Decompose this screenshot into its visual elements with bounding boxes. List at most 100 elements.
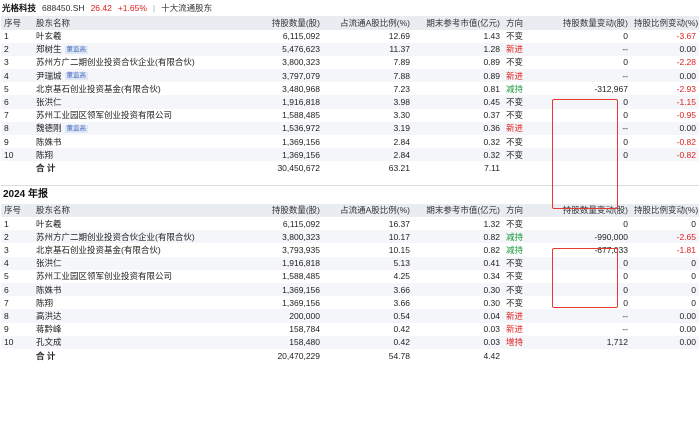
cell-holder-name[interactable]: 魏德刚 董监高 [33,121,239,135]
holder-name[interactable]: 北京基石创业投资基金(有限合伙) [36,245,161,255]
col-header-share-change[interactable]: 持股数量变动(股) [559,203,631,218]
cell-holder-name[interactable]: 张洪仁 [33,256,239,270]
holder-name[interactable]: 苏州方广二期创业投资合伙企业(有限合伙) [36,57,195,67]
stock-name[interactable]: 光格科技 [2,2,36,14]
cell-holder-name[interactable]: 陈翔 [33,148,239,162]
cell-holder-name[interactable]: 蒋黔峰 [33,323,239,336]
holder-name[interactable]: 苏州工业园区领军创业投资有限公司 [36,110,172,120]
cell-ratio: 4.25 [393,271,410,282]
stock-header: 光格科技 688450.SH 26.42 +1.65% | 十大流通股东 [0,0,700,16]
cell-ratio-change: 0.00 [631,121,699,135]
col-header-value[interactable]: 期末参考市值(亿元) [413,16,503,30]
table-row[interactable]: 10 陈翔 1,369,156 2.84 0.32 不变 0 -0.82 [1,148,699,162]
cell-holder-name[interactable]: 张洪仁 [33,95,239,109]
table-row[interactable]: 4 尹瑞城 董监高 3,797,079 7.88 0.89 新进 -- 0.00 [1,69,699,83]
holder-name[interactable]: 魏德刚 [36,123,62,133]
cell-holder-name[interactable]: 苏州方广二期创业投资合伙企业(有限合伙) [33,56,239,69]
col-header-ratio-change[interactable]: 持股比例变动(%) [631,16,699,30]
cell-holder-name[interactable]: 叶玄羲 [33,30,239,43]
table-row[interactable]: 9 陈姝书 1,369,156 2.84 0.32 不变 0 -0.82 [1,135,699,148]
table-row[interactable]: 9 蒋黔峰 158,784 0.42 0.03 新进 -- 0.00 [1,323,699,336]
cell-ratio-change: -1.81 [676,245,696,256]
cell-ratio-change: 0.00 [631,335,699,349]
holder-name[interactable]: 北京基石创业投资基金(有限合伙) [36,84,161,94]
cell-shares: 200,000 [239,309,323,323]
stock-change-pct: +1.65% [117,3,147,13]
cell-holder-name[interactable]: 苏州工业园区领军创业投资有限公司 [33,109,239,122]
cell-share-change: -- [559,121,631,135]
cell-holder-name[interactable]: 陈翔 [33,296,239,309]
cell-shares: 3,797,079 [239,69,323,83]
table-row[interactable]: 1 叶玄羲 6,115,092 16.37 1.32 不变 0 0 [1,217,699,230]
col-header-value[interactable]: 期末参考市值(亿元) [413,203,503,218]
table-row[interactable]: 6 张洪仁 1,916,818 3.98 0.45 不变 0 -1.15 [1,95,699,109]
cell-empty [503,161,559,175]
holder-name[interactable]: 陈翔 [36,150,53,160]
col-header-shares[interactable]: 持股数量(股) [239,16,323,30]
cell-ratio: 16.37 [388,218,410,229]
holder-name[interactable]: 蒋黔峰 [36,324,62,334]
cell-holder-name[interactable]: 苏州方广二期创业投资合伙企业(有限合伙) [33,230,239,244]
total-row: 合 计 20,470,229 54.78 4.42 [1,348,699,363]
cell-ratio: 12.69 [388,31,410,42]
table-row[interactable]: 8 魏德刚 董监高 1,536,972 3.19 0.36 新进 -- 0.00 [1,121,699,135]
col-header-share-change[interactable]: 持股数量变动(股) [559,16,631,30]
cell-direction: 减持 [506,83,524,94]
cell-share-change: 0 [559,256,631,270]
table-row[interactable]: 1 叶玄羲 6,115,092 12.69 1.43 不变 0 -3.67 [1,30,699,43]
cell-ratio: 10.15 [388,245,410,256]
cell-ratio: 3.66 [323,283,413,297]
col-header-ratio[interactable]: 占流通A股比例(%) [323,16,413,30]
cell-holder-name[interactable]: 陈姝书 [33,135,239,148]
holder-name[interactable]: 郑树生 [36,44,62,54]
table-row[interactable]: 3 北京基石创业投资基金(有限合伙) 3,793,935 10.15 0.82 减持 -67… [1,243,699,256]
cell-direction: 不变 [506,136,524,147]
col-header-shares[interactable]: 持股数量(股) [239,203,323,218]
table-row[interactable]: 7 苏州工业园区领军创业投资有限公司 1,588,485 3.30 0.37 不变 0 -0.… [1,109,699,122]
holder-name[interactable]: 叶玄羲 [36,219,62,229]
table-row[interactable]: 2 郑树生 董监高 5,476,623 11.37 1.28 新进 -- 0.00 [1,42,699,56]
cell-ratio: 7.89 [393,57,410,68]
table-row[interactable]: 7 陈翔 1,369,156 3.66 0.30 不变 0 0 [1,296,699,309]
holder-name[interactable]: 陈翔 [36,298,53,308]
holder-name[interactable]: 孔文成 [36,337,62,347]
cell-holder-name[interactable]: 郑树生 董监高 [33,42,239,56]
cell-holder-name[interactable]: 叶玄羲 [33,217,239,230]
table-header-row: 序号 股东名称 持股数量(股) 占流通A股比例(%) 期末参考市值(亿元) 方向… [1,16,699,30]
holder-name[interactable]: 陈姝书 [36,137,62,147]
cell-share-change: 1,712 [559,335,631,349]
header-separator: | [152,3,156,13]
cell-holder-name[interactable]: 北京基石创业投资基金(有限合伙) [33,82,239,95]
table-row[interactable]: 4 张洪仁 1,916,818 5.13 0.41 不变 0 0 [1,256,699,270]
holder-name[interactable]: 张洪仁 [36,97,62,107]
role-tag: 董监高 [64,125,89,134]
table-row[interactable]: 2 苏州方广二期创业投资合伙企业(有限合伙) 3,800,323 10.17 0.82 减… [1,230,699,244]
cell-direction: 新进 [503,309,559,323]
table-row[interactable]: 6 陈姝书 1,369,156 3.66 0.30 不变 0 0 [1,283,699,297]
table-row[interactable]: 3 苏州方广二期创业投资合伙企业(有限合伙) 3,800,323 7.89 0.89 不变… [1,56,699,69]
table-row[interactable]: 5 苏州工业园区领军创业投资有限公司 1,588,485 4.25 0.34 不变 0 0 [1,270,699,283]
col-header-ratio[interactable]: 占流通A股比例(%) [323,203,413,218]
table-row[interactable]: 10 孔文成 158,480 0.42 0.03 增持 1,712 0.00 [1,335,699,349]
cell-value: 0.82 [483,245,500,256]
cell-holder-name[interactable]: 陈姝书 [33,283,239,297]
holder-name[interactable]: 高洪达 [36,311,62,321]
table-row[interactable]: 8 高洪达 200,000 0.54 0.04 新进 -- 0.00 [1,309,699,323]
cell-ratio-change: -2.65 [631,230,699,244]
cell-direction: 不变 [506,297,524,308]
holder-name[interactable]: 尹瑞城 [36,71,62,81]
cell-holder-name[interactable]: 孔文成 [33,335,239,349]
cell-holder-name[interactable]: 尹瑞城 董监高 [33,69,239,83]
holder-name[interactable]: 张洪仁 [36,258,62,268]
table-row[interactable]: 5 北京基石创业投资基金(有限合伙) 3,480,968 7.23 0.81 减持 -312… [1,82,699,95]
breadcrumb[interactable]: 十大流通股东 [161,2,212,14]
cell-holder-name[interactable]: 高洪达 [33,309,239,323]
cell-holder-name[interactable]: 北京基石创业投资基金(有限合伙) [33,243,239,256]
cell-holder-name[interactable]: 苏州工业园区领军创业投资有限公司 [33,270,239,283]
cell-shares: 3,480,968 [282,83,320,94]
holder-name[interactable]: 苏州工业园区领军创业投资有限公司 [36,271,172,281]
holder-name[interactable]: 陈姝书 [36,285,62,295]
col-header-ratio-change[interactable]: 持股比例变动(%) [631,203,699,218]
holder-name[interactable]: 苏州方广二期创业投资合伙企业(有限合伙) [36,232,195,242]
holder-name[interactable]: 叶玄羲 [36,31,62,41]
